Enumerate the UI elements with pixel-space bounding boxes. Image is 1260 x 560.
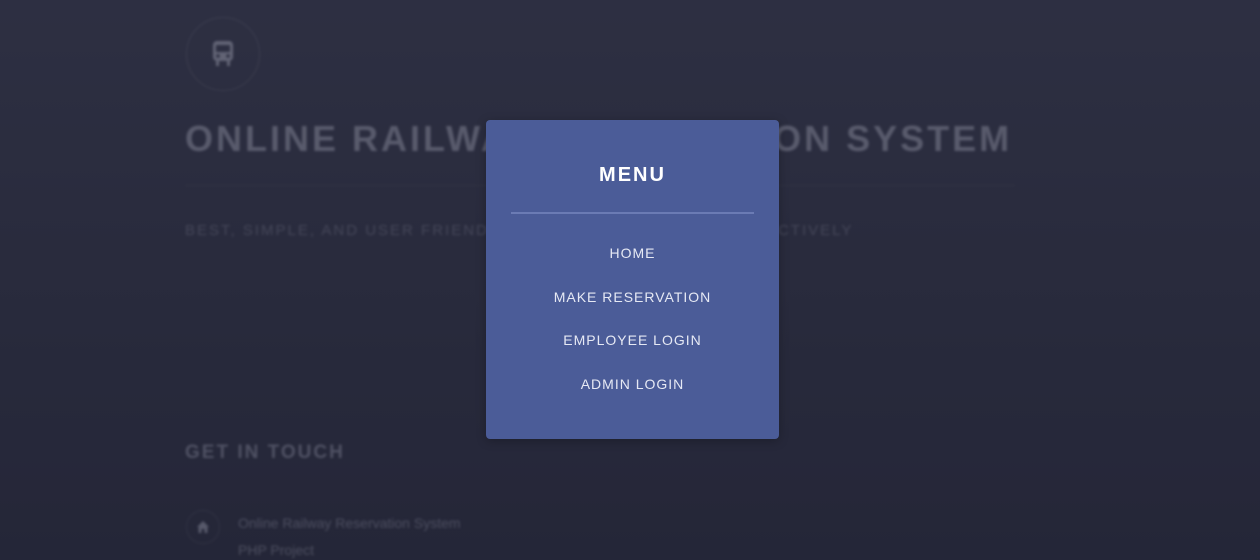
menu-item-employee-login[interactable]: EMPLOYEE LOGIN [486,329,779,373]
menu-divider [511,212,754,214]
menu-item-make-reservation[interactable]: MAKE RESERVATION [486,286,779,330]
menu-title: MENU [599,164,666,186]
menu-list: HOME MAKE RESERVATION EMPLOYEE LOGIN ADM… [486,242,779,416]
menu-panel: MENU HOME MAKE RESERVATION EMPLOYEE LOGI… [486,120,779,439]
menu-item-home[interactable]: HOME [486,242,779,286]
menu-item-admin-login[interactable]: ADMIN LOGIN [486,373,779,417]
